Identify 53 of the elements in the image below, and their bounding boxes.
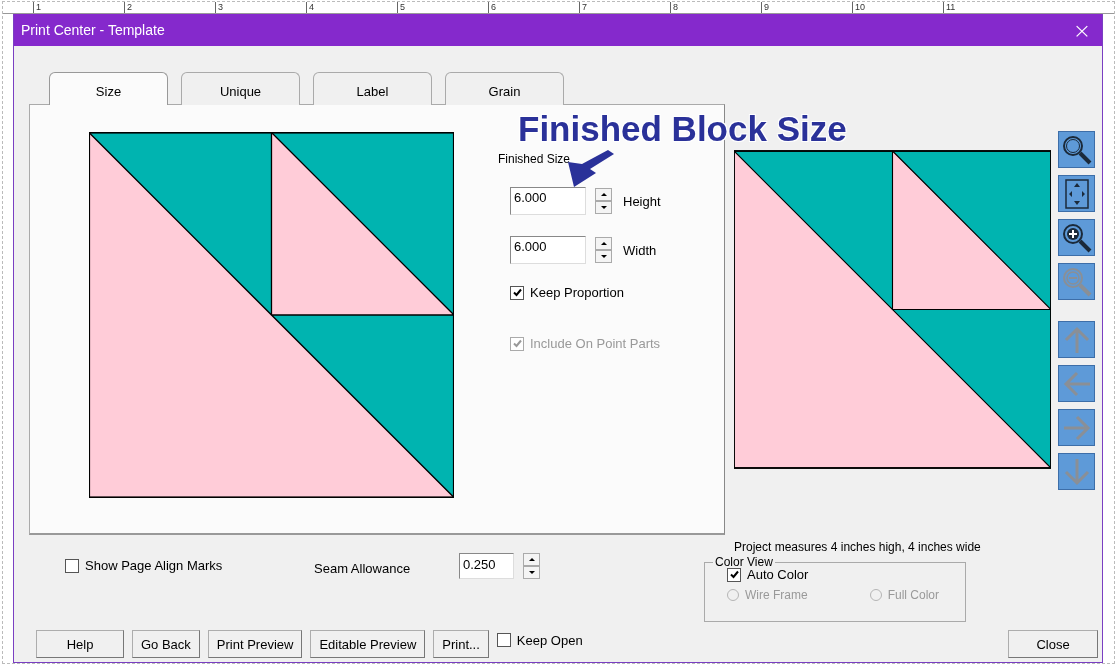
section-label: Finished Size [498,152,572,166]
group-title: Color View [714,555,774,569]
ruler-number: 3 [215,2,306,13]
ruler-number: 2 [124,2,215,13]
ruler-number: 6 [488,2,579,13]
input-field[interactable]: 0.250 [459,553,514,579]
spin-up-button[interactable] [595,188,612,201]
toolbar-button[interactable] [1058,131,1095,168]
window-title: Print Center - Template [20,22,165,38]
checkbox[interactable] [510,285,524,300]
button[interactable]: Editable Preview [310,630,426,658]
ruler-number: 5 [397,2,488,13]
checkbox[interactable] [65,558,79,573]
checkbox-label: Keep Open [516,632,583,648]
field-label: Height [623,193,661,209]
field-label: Seam Allowance [314,561,412,576]
close-button[interactable]: Close [1008,630,1098,658]
button[interactable]: Go Back [132,630,200,658]
project-size-text: Project measures 4 inches high, 4 inches wide [734,540,982,554]
checkbox[interactable] [496,633,511,647]
radio-label: Wire Frame [745,588,808,602]
checkbox-label: Include On Point Parts [530,336,661,351]
close-button[interactable]: × [1062,14,1102,46]
input-field[interactable]: 6.000 [510,236,586,264]
ruler-number: 4 [306,2,397,13]
tab[interactable]: Grain [445,72,564,105]
button[interactable]: Help [36,630,124,658]
spin-up-button[interactable] [523,553,540,566]
toolbar-button[interactable] [1058,219,1095,256]
tab[interactable]: Unique [181,72,300,105]
ruler-number: 8 [670,2,761,13]
radio-label: Full Color [887,588,940,602]
spin-up-button[interactable] [595,237,612,250]
spin-down-button[interactable] [595,201,612,214]
callout-arrow [568,150,614,187]
spin-down-button[interactable] [523,566,540,579]
field-label: Width [623,242,657,258]
tab[interactable]: Label [313,72,432,105]
checkbox-label: Auto Color [747,567,809,582]
toolbar-button[interactable] [1058,175,1095,212]
ruler-number: 11 [943,2,1034,13]
ruler-number: 10 [852,2,943,13]
button[interactable]: Print Preview [207,630,303,658]
spin-down-button[interactable] [595,250,612,263]
ruler-number: 9 [761,2,852,13]
checkbox[interactable] [727,567,741,582]
tab[interactable]: Size [49,72,168,105]
checkbox-label: Keep Proportion [530,285,624,300]
ruler-number: 1 [33,2,124,13]
button[interactable]: Print... [433,630,489,658]
input-field[interactable]: 6.000 [510,187,586,215]
checkbox-label: Show Page Align Marks [85,558,223,573]
ruler-number: 7 [579,2,670,13]
